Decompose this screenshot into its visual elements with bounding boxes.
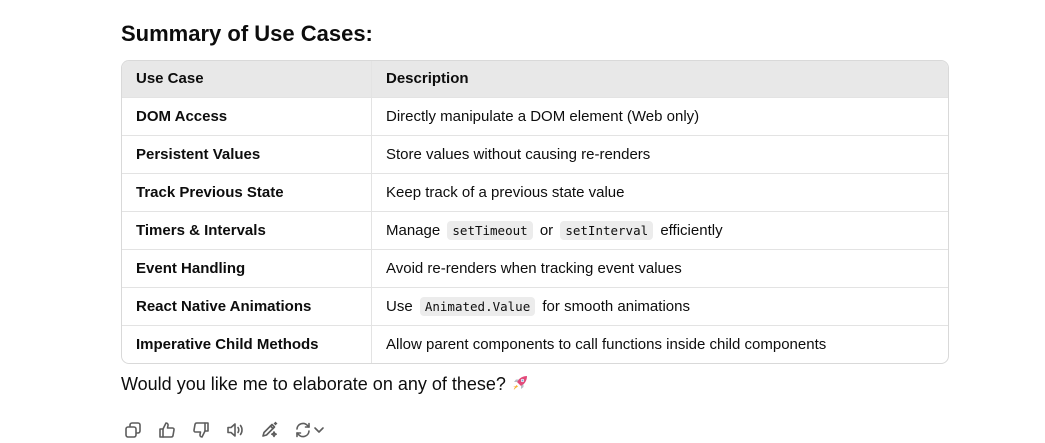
use-case-cell: Imperative Child Methods <box>122 325 372 363</box>
use-case-cell: Event Handling <box>122 249 372 288</box>
followup-text: Would you like me to elaborate on any of… <box>121 374 506 394</box>
table-row: Imperative Child Methods Allow parent co… <box>122 325 948 363</box>
inline-code: setInterval <box>560 220 654 240</box>
edit-in-canvas-icon <box>262 421 278 438</box>
use-cases-table: Use Case Description DOM Access Directly… <box>121 60 949 364</box>
use-case-cell: Timers & Intervals <box>122 211 372 250</box>
description-text: Manage <box>386 221 441 239</box>
table-row: React Native Animations Use Animated.Val… <box>122 287 948 326</box>
copy-icon <box>125 422 141 438</box>
inline-code: setTimeout <box>447 220 533 240</box>
column-header-use-case: Use Case <box>122 61 372 98</box>
rocket-icon <box>510 373 530 399</box>
table-row: Persistent Values Store values without c… <box>122 135 948 174</box>
description-cell: Allow parent components to call function… <box>386 335 827 353</box>
use-case-cell: React Native Animations <box>122 287 372 326</box>
bad-response-button[interactable] <box>189 418 213 442</box>
copy-button[interactable] <box>121 418 145 442</box>
use-case-cell: Track Previous State <box>122 173 372 212</box>
edit-in-canvas-button[interactable] <box>257 418 281 442</box>
section-heading: Summary of Use Cases: <box>121 21 373 46</box>
description-text: Use <box>386 297 413 315</box>
message-actions <box>121 417 337 443</box>
read-aloud-icon <box>227 423 243 437</box>
table-row: DOM Access Directly manipulate a DOM ele… <box>122 97 948 136</box>
thumbs-down-icon <box>193 422 209 438</box>
description-cell: Avoid re-renders when tracking event val… <box>371 249 948 288</box>
table-header-row: Use Case Description <box>122 61 948 98</box>
use-case-cell: Persistent Values <box>122 135 372 174</box>
thumbs-up-icon <box>159 422 175 438</box>
use-case-cell: DOM Access <box>122 97 372 136</box>
description-text: or <box>539 221 554 239</box>
description-text: efficiently <box>660 221 723 239</box>
description-cell: Directly manipulate a DOM element (Web o… <box>371 97 948 136</box>
table-row: Event Handling Avoid re-renders when tra… <box>122 249 948 288</box>
read-aloud-button[interactable] <box>223 418 247 442</box>
inline-code: Animated.Value <box>419 296 536 316</box>
description-cell: Store values without causing re-renders <box>371 135 948 174</box>
column-header-description: Description <box>371 61 948 98</box>
chevron-down-icon <box>314 427 324 433</box>
description-cell: Use Animated.Value for smooth animations <box>371 287 948 326</box>
description-cell: Manage setTimeout or setInterval efficie… <box>371 211 948 250</box>
table-row: Timers & Intervals Manage setTimeout or … <box>122 211 948 250</box>
followup-question: Would you like me to elaborate on any of… <box>121 372 530 399</box>
regenerate-button[interactable] <box>291 418 327 442</box>
description-text: for smooth animations <box>542 297 690 315</box>
good-response-button[interactable] <box>155 418 179 442</box>
table-row: Track Previous State Keep track of a pre… <box>122 173 948 212</box>
regenerate-icon <box>296 422 310 438</box>
description-cell: Keep track of a previous state value <box>371 173 948 212</box>
